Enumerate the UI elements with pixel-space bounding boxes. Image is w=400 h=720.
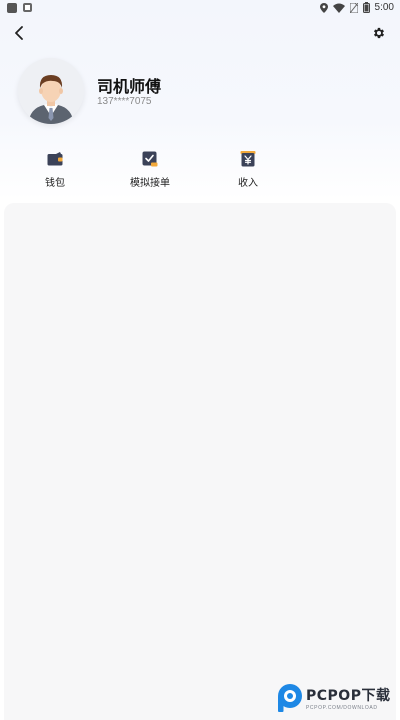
wallet-icon [46, 150, 64, 168]
watermark-main: PCPOP下载 [306, 688, 391, 704]
settings-button[interactable] [368, 22, 390, 44]
status-right: 5:00 [319, 2, 394, 13]
location-icon [319, 2, 328, 13]
wallet-button[interactable]: 钱包 [15, 150, 95, 194]
status-time: 5:00 [374, 2, 394, 13]
task-check-icon [141, 150, 159, 168]
status-left [7, 3, 32, 13]
no-sim-icon [349, 2, 358, 13]
simulate-order-button[interactable]: 模拟接单 [110, 150, 190, 194]
content-panel [4, 203, 396, 720]
battery-icon [362, 2, 370, 13]
income-yen-icon [239, 150, 257, 168]
notification-square-icon [7, 3, 17, 13]
sim-card-icon [23, 3, 32, 12]
back-button[interactable] [8, 22, 30, 44]
screen: 5:00 司机师傅 137****7075 钱包 模拟接单 收入 PCPOP下载… [0, 0, 400, 720]
gear-icon [373, 27, 385, 39]
watermark-text: PCPOP下载 PCPOP.COM/DOWNLOAD [306, 685, 390, 711]
wallet-label: 钱包 [45, 178, 65, 189]
income-label: 收入 [238, 178, 258, 189]
simulate-order-label: 模拟接单 [130, 178, 170, 189]
chevron-left-icon [15, 26, 23, 40]
watermark-sub: PCPOP.COM/DOWNLOAD [306, 705, 378, 711]
avatar[interactable] [18, 58, 84, 124]
user-phone: 137****7075 [97, 96, 152, 107]
male-driver-avatar [18, 58, 84, 124]
quick-actions: 钱包 模拟接单 收入 [0, 150, 400, 194]
income-button[interactable]: 收入 [208, 150, 288, 194]
wifi-icon [332, 3, 345, 13]
watermark-logo-icon [276, 683, 304, 713]
user-name: 司机师傅 [97, 77, 162, 96]
watermark: PCPOP下载 PCPOP.COM/DOWNLOAD [276, 681, 400, 715]
status-bar: 5:00 [0, 0, 400, 18]
